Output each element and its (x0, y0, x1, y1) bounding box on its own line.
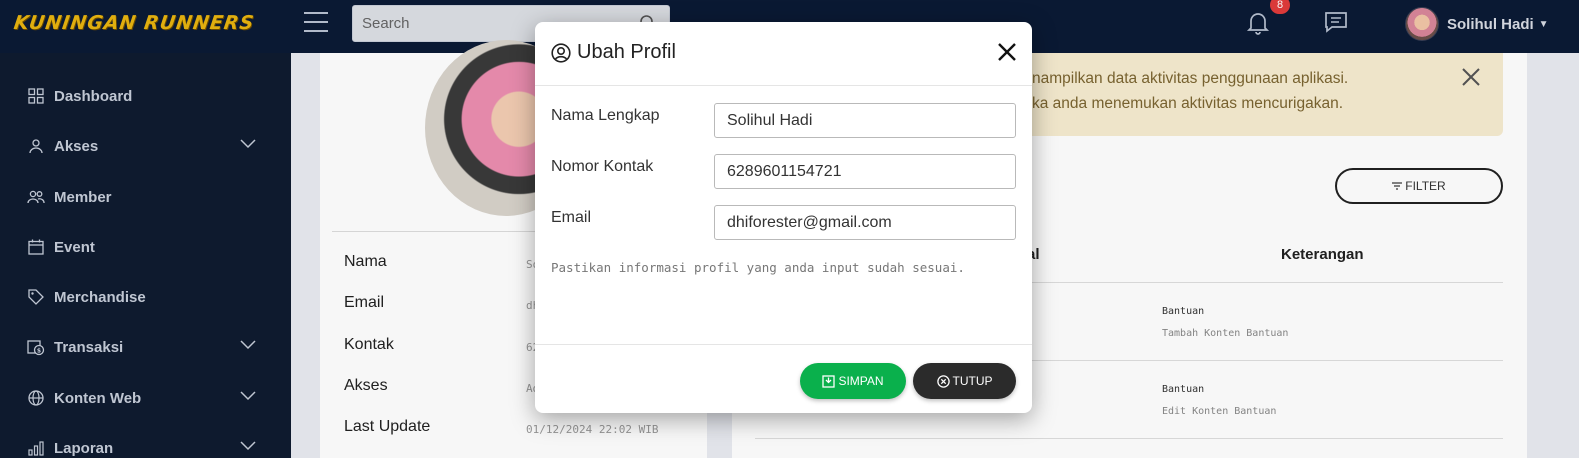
user-circle-icon (551, 42, 571, 63)
modal-title-text: Ubah Profil (577, 41, 676, 63)
nama-lengkap-input[interactable] (714, 103, 1016, 138)
modal-footer: SIMPAN TUTUP (535, 344, 1032, 413)
close-icon[interactable] (997, 42, 1017, 62)
label-nomor-kontak: Nomor Kontak (551, 158, 654, 175)
modal-header: Ubah Profil (535, 22, 1032, 86)
label-email: Email (551, 209, 592, 226)
x-circle-icon (936, 374, 950, 388)
hint-text: Pastikan informasi profil yang anda inpu… (551, 260, 965, 275)
nomor-kontak-input[interactable] (714, 154, 1016, 189)
save-button-label: SIMPAN (838, 374, 884, 388)
save-icon (822, 374, 836, 388)
save-button[interactable]: SIMPAN (800, 363, 906, 399)
label-nama-lengkap: Nama Lengkap (551, 107, 660, 124)
edit-profile-modal: Ubah Profil Nama Lengkap Nomor Kontak Em… (535, 22, 1032, 413)
close-button[interactable]: TUTUP (913, 363, 1016, 399)
modal-title: Ubah Profil (551, 41, 676, 64)
close-button-label: TUTUP (952, 374, 993, 388)
email-input[interactable] (714, 205, 1016, 240)
